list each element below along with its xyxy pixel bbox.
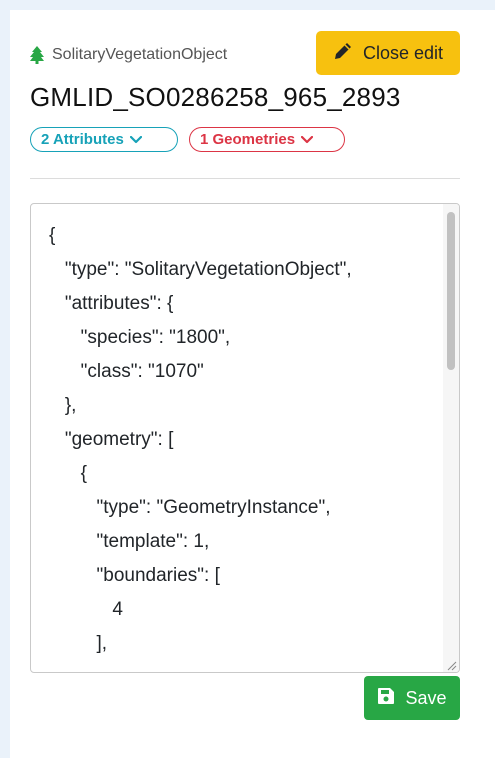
- close-edit-label: Close edit: [362, 42, 444, 63]
- floppy-disk-icon: [377, 687, 395, 710]
- attributes-badge[interactable]: 2 Attributes: [30, 127, 178, 152]
- editor-scrollbar[interactable]: [443, 204, 459, 672]
- chevron-down-icon: [129, 131, 142, 148]
- divider: [30, 178, 460, 179]
- save-label: Save: [405, 687, 447, 708]
- geometries-badge-label: 1 Geometries: [200, 131, 296, 148]
- json-editor-content: { "type": "SolitaryVegetationObject", "a…: [49, 225, 352, 654]
- chevron-down-icon: [300, 131, 314, 148]
- close-edit-button[interactable]: Close edit: [316, 31, 460, 75]
- editor-scrollbar-thumb[interactable]: [447, 212, 455, 370]
- pencil-icon: [333, 41, 353, 66]
- tree-icon: [30, 46, 44, 64]
- object-type-label: SolitaryVegetationObject: [52, 46, 228, 63]
- attributes-badge-label: 2 Attributes: [41, 131, 124, 148]
- save-button[interactable]: Save: [364, 676, 460, 720]
- geometries-badge[interactable]: 1 Geometries: [189, 127, 345, 152]
- object-id-title: GMLID_SO0286258_965_2893: [30, 82, 401, 112]
- resize-handle-icon[interactable]: [445, 658, 457, 671]
- json-editor-textarea[interactable]: { "type": "SolitaryVegetationObject", "a…: [30, 203, 460, 673]
- object-type-header: SolitaryVegetationObject: [30, 46, 227, 64]
